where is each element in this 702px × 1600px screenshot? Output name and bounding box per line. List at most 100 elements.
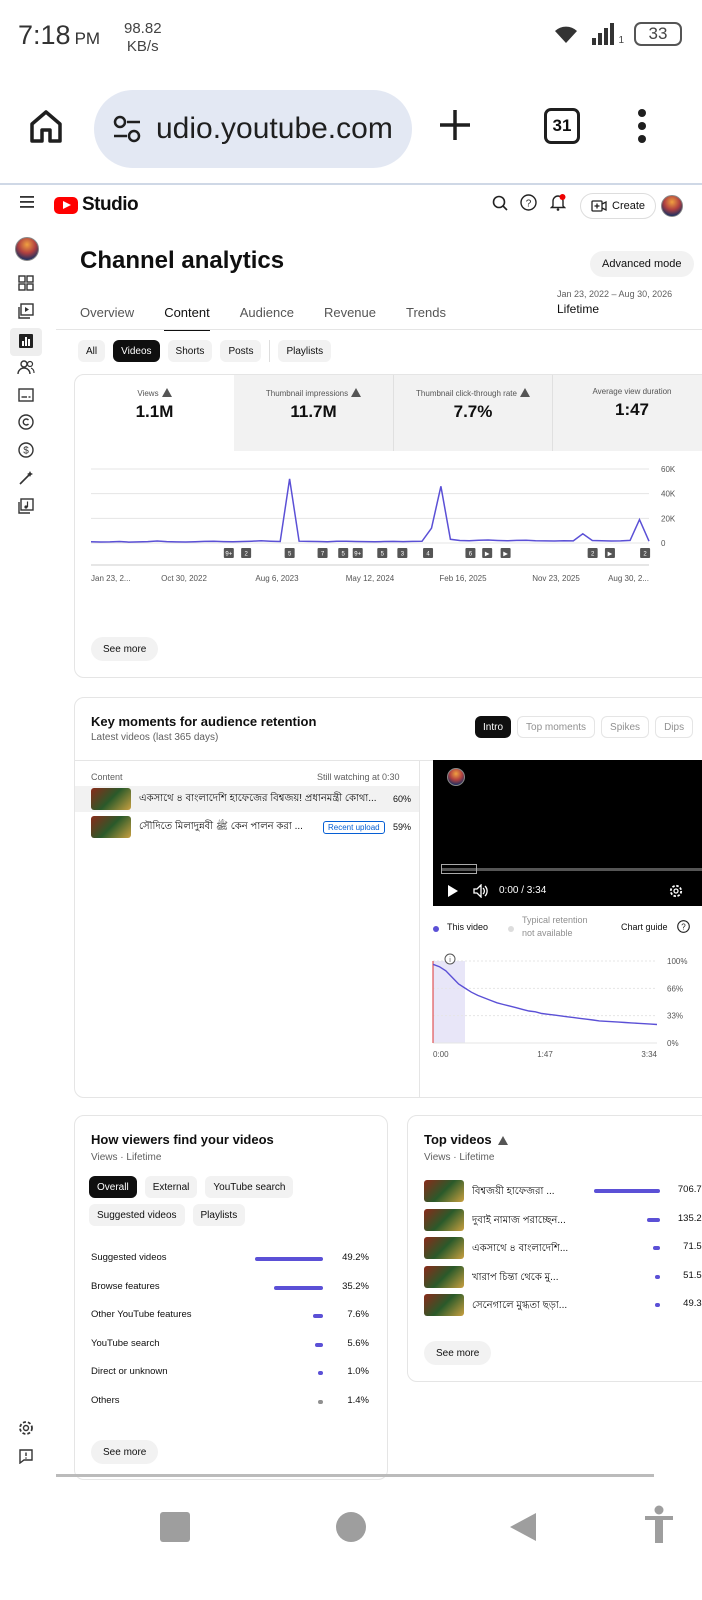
annotation-marker[interactable]: 3 (397, 548, 408, 558)
date-range-text[interactable]: Jan 23, 2022 – Aug 30, 2026 (557, 289, 672, 299)
tab-overview[interactable]: Overview (80, 305, 134, 331)
chip-shorts[interactable]: Shorts (167, 340, 213, 362)
annotation-marker[interactable]: 9+ (223, 548, 234, 558)
traffic-source-row[interactable]: YouTube search 5.6% (91, 1338, 373, 1352)
annotation-marker[interactable]: 2 (640, 548, 651, 558)
annotation-marker[interactable]: 5 (338, 548, 349, 558)
tab-switcher-button[interactable]: 31 (544, 108, 580, 144)
annotation-marker[interactable]: 9+ (352, 548, 363, 558)
player-progress-bar[interactable] (441, 868, 702, 871)
chip-external[interactable]: External (144, 1176, 198, 1198)
chip-playlists[interactable]: Playlists (192, 1204, 246, 1226)
annotation-marker[interactable]: 4 (423, 548, 434, 558)
traffic-source-row[interactable]: Suggested videos 49.2% (91, 1252, 373, 1266)
tab-trends[interactable]: Trends (406, 305, 446, 331)
analytics-icon[interactable] (16, 331, 36, 351)
copyright-icon[interactable] (16, 412, 36, 432)
top-video-row[interactable]: খারাপ চিন্তা থেকে মু... 51.5K (424, 1265, 702, 1288)
volume-icon[interactable] (473, 884, 489, 898)
earn-icon[interactable]: $ (16, 440, 36, 460)
annotation-marker[interactable]: ▶ (604, 548, 615, 558)
audio-library-icon[interactable] (16, 496, 36, 516)
subtitles-icon[interactable] (16, 385, 36, 405)
traffic-source-row[interactable]: Browse features 35.2% (91, 1281, 373, 1295)
info-icon[interactable]: i (444, 953, 456, 965)
warning-icon (519, 388, 530, 397)
play-icon[interactable] (447, 884, 459, 898)
top-video-row[interactable]: দুবাই নামাজ পরাচ্ছেন... 135.2K (424, 1208, 702, 1231)
retention-row[interactable]: একসাথে ৪ বাংলাদেশি হাফেজের বিশ্বজয়! প্র… (91, 788, 411, 810)
top-video-title: খারাপ চিন্তা থেকে মু... (472, 1271, 559, 1283)
traffic-see-more-button[interactable]: See more (91, 1440, 159, 1464)
back-button[interactable] (508, 1511, 538, 1543)
accessibility-icon[interactable] (644, 1505, 674, 1545)
chip-youtube-search[interactable]: YouTube search (205, 1176, 294, 1198)
metric-impressions[interactable]: Thumbnail impressions 11.7M (234, 375, 393, 451)
tab-intro[interactable]: Intro (475, 716, 512, 738)
create-button[interactable]: Create (580, 193, 657, 219)
chip-playlists[interactable]: Playlists (278, 340, 332, 362)
home-nav-button[interactable] (336, 1512, 366, 1542)
chip-videos[interactable]: Videos (113, 340, 160, 362)
views-line-chart[interactable]: 60K 40K 20K 0 9+ 2 5 7 5 9+ 5 3 4 6 ▶ ▶ 2 ▶ 2 Jan 23, 2... O… (75, 455, 702, 615)
top-video-row[interactable]: একসাথে ৪ বাংলাদেশি... 71.5K (424, 1237, 702, 1259)
community-icon[interactable] (16, 357, 36, 377)
tab-dips[interactable]: Dips (655, 716, 694, 738)
tab-spikes[interactable]: Spikes (601, 716, 650, 738)
retention-row[interactable]: সৌদিতে মিলাদুন্নবী ﷺ কেন পালন করা ... Re… (91, 816, 411, 838)
date-preset[interactable]: Lifetime (557, 302, 599, 316)
views-see-more-button[interactable]: See more (91, 637, 159, 661)
traffic-source-row[interactable]: Other YouTube features 7.6% (91, 1309, 373, 1323)
annotation-marker[interactable]: 5 (284, 548, 295, 558)
content-icon[interactable] (16, 301, 36, 321)
chip-overall[interactable]: Overall (89, 1176, 137, 1198)
annotation-marker[interactable]: 2 (587, 548, 598, 558)
annotation-marker[interactable]: ▶ (482, 548, 493, 558)
home-icon[interactable] (28, 108, 64, 144)
channel-avatar[interactable] (15, 237, 39, 261)
player-settings-icon[interactable] (669, 884, 683, 898)
recents-button[interactable] (160, 1512, 190, 1542)
help-icon[interactable]: ? (520, 194, 537, 211)
hamburger-menu-icon[interactable] (20, 196, 34, 208)
customization-icon[interactable] (16, 468, 36, 488)
chip-all[interactable]: All (78, 340, 106, 362)
studio-logo[interactable]: Studio (54, 194, 139, 216)
annotation-marker[interactable]: 5 (377, 548, 388, 558)
metric-views[interactable]: Views 1.1M (75, 375, 234, 451)
metric-avg-duration[interactable]: Average view duration 1:47 (552, 375, 702, 451)
tab-audience[interactable]: Audience (240, 305, 294, 331)
more-menu-icon[interactable] (636, 108, 648, 144)
traffic-source-row[interactable]: Direct or unknown 1.0% (91, 1366, 373, 1380)
video-player[interactable]: 0:00 / 3:34 (433, 760, 702, 906)
chart-guide-link[interactable]: Chart guide (621, 922, 668, 932)
chip-suggested-videos[interactable]: Suggested videos (89, 1204, 185, 1226)
feedback-icon[interactable] (16, 1446, 36, 1466)
site-settings-icon[interactable] (112, 114, 142, 144)
settings-icon[interactable] (16, 1418, 36, 1438)
dashboard-icon[interactable] (16, 273, 36, 293)
url-text[interactable]: udio.youtube.com (156, 112, 393, 146)
chip-posts[interactable]: Posts (220, 340, 262, 362)
top-video-row[interactable]: সেনেগালে মুগ্ধতা ছড়া... 49.3K (424, 1294, 702, 1316)
metric-ctr[interactable]: Thumbnail click-through rate 7.7% (393, 375, 552, 451)
advanced-mode-button[interactable]: Advanced mode (590, 251, 694, 277)
annotation-marker[interactable]: ▶ (500, 548, 511, 558)
retention-chart-svg: 100% 66% 33% 0% i 0:00 1:47 3:34 (432, 953, 687, 1059)
account-avatar[interactable] (661, 195, 683, 217)
chart-guide-help-icon[interactable]: ? (677, 920, 690, 933)
tab-content[interactable]: Content (164, 305, 210, 331)
annotation-marker[interactable]: 2 (241, 548, 252, 558)
top-videos-see-more-button[interactable]: See more (424, 1341, 492, 1365)
retention-line-chart[interactable]: 100% 66% 33% 0% i 0:00 1:47 3:34 (425, 946, 702, 1076)
annotation-marker[interactable]: 7 (317, 548, 328, 558)
top-video-row[interactable]: বিশ্বজয়ী হাফেজরা ... 706.7K (424, 1180, 702, 1202)
notifications-icon[interactable] (550, 193, 566, 211)
traffic-source-row[interactable]: Others 1.4% (91, 1395, 373, 1409)
tab-top-moments[interactable]: Top moments (517, 716, 596, 738)
new-tab-icon[interactable] (438, 108, 472, 142)
search-icon[interactable] (492, 195, 508, 211)
tab-revenue[interactable]: Revenue (324, 305, 376, 331)
annotation-marker[interactable]: 6 (465, 548, 476, 558)
url-bar[interactable]: udio.youtube.com (94, 90, 412, 168)
